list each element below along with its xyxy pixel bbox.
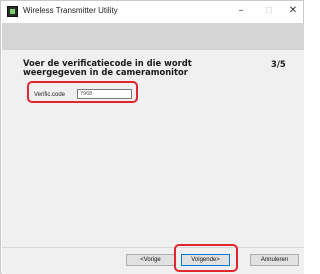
cancel-button[interactable]: Annuleren <box>250 254 299 266</box>
step-heading: Voer de verificatiecode in die wordt wee… <box>23 58 192 77</box>
maximize-button: ☐ <box>265 6 273 15</box>
step-progress: 3/5 <box>271 59 286 69</box>
title-bar: Wireless Transmitter Utility – ☐ ✕ <box>1 1 303 22</box>
previous-button[interactable]: <Vorige <box>126 254 175 266</box>
app-window: Wireless Transmitter Utility – ☐ ✕ Voer … <box>0 0 304 274</box>
verification-code-highlight <box>27 81 138 103</box>
window-title: Wireless Transmitter Utility <box>23 6 118 15</box>
close-button[interactable]: ✕ <box>282 4 304 18</box>
minimize-button[interactable]: – <box>230 4 252 18</box>
next-button-highlight <box>174 244 238 272</box>
header-banner <box>2 23 304 50</box>
app-icon <box>7 6 18 17</box>
content-panel <box>2 50 304 247</box>
